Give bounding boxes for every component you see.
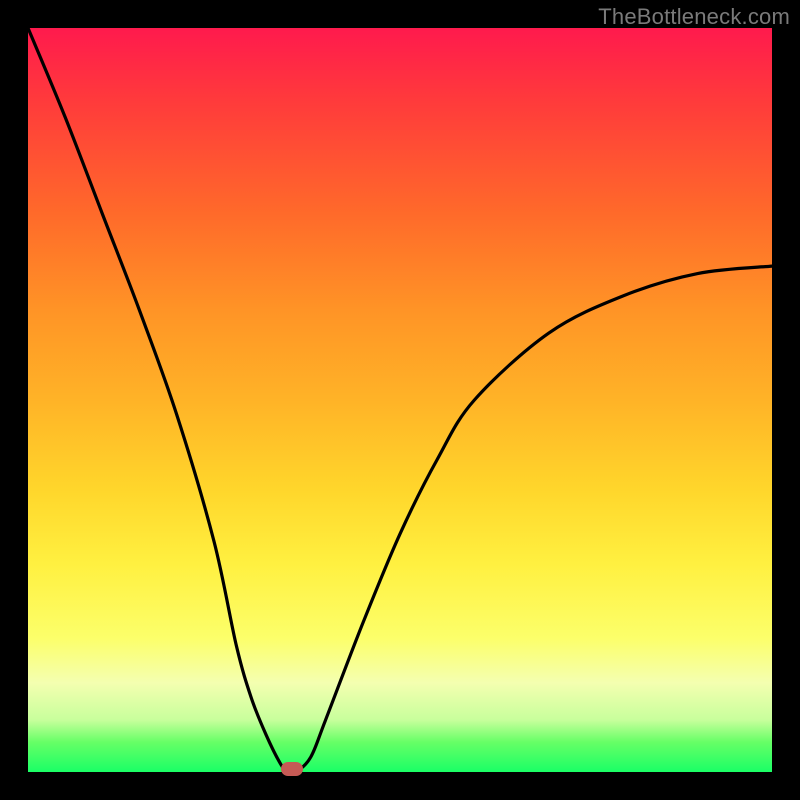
plot-area [28, 28, 772, 772]
bottleneck-curve [28, 28, 772, 772]
optimal-marker [281, 762, 303, 776]
chart-frame: TheBottleneck.com [0, 0, 800, 800]
watermark-text: TheBottleneck.com [598, 4, 790, 30]
